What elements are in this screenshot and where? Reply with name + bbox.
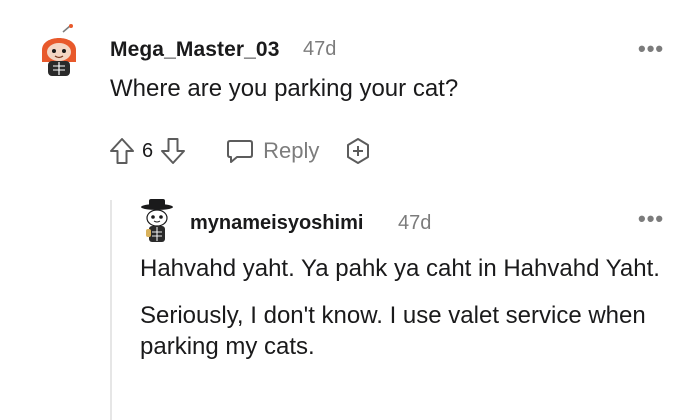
more-options-button[interactable]: •••	[638, 206, 664, 232]
comment-paragraph: Seriously, I don't know. I use valet ser…	[140, 302, 646, 360]
downvote-button[interactable]	[159, 136, 187, 166]
speech-bubble-icon	[227, 140, 254, 163]
more-options-button[interactable]: •••	[638, 36, 664, 62]
comment-body: Where are you parking your cat?	[110, 75, 459, 102]
upvote-button[interactable]	[108, 136, 136, 166]
snoo-avatar-icon	[42, 24, 76, 76]
arrow-down-icon	[161, 138, 186, 164]
comment-author[interactable]: Mega_Master_03	[110, 38, 280, 62]
award-plus-icon	[347, 138, 370, 164]
comment-timestamp[interactable]: 47d	[303, 38, 336, 61]
arrow-up-icon	[110, 138, 134, 164]
reply-label: Reply	[263, 138, 320, 163]
snoo-avatar-icon	[141, 199, 173, 242]
comment-timestamp[interactable]: 47d	[398, 212, 431, 235]
reply-button[interactable]: Reply	[225, 137, 319, 165]
more-horizontal-icon: •••	[638, 36, 665, 61]
comment-author[interactable]: mynameisyoshimi	[190, 212, 363, 235]
comment-body: Hahvahd yaht. Ya pahk ya caht in Hahvahd…	[140, 253, 680, 378]
vote-count: 6	[142, 139, 154, 162]
thread-line[interactable]	[110, 200, 112, 420]
comment-actions: 6 Reply	[108, 134, 371, 168]
avatar[interactable]	[36, 24, 82, 78]
award-button[interactable]	[345, 137, 371, 165]
avatar[interactable]	[138, 198, 176, 244]
comment-paragraph: Hahvahd yaht. Ya pahk ya caht in Hahvahd…	[140, 255, 660, 282]
more-horizontal-icon: •••	[638, 206, 665, 231]
